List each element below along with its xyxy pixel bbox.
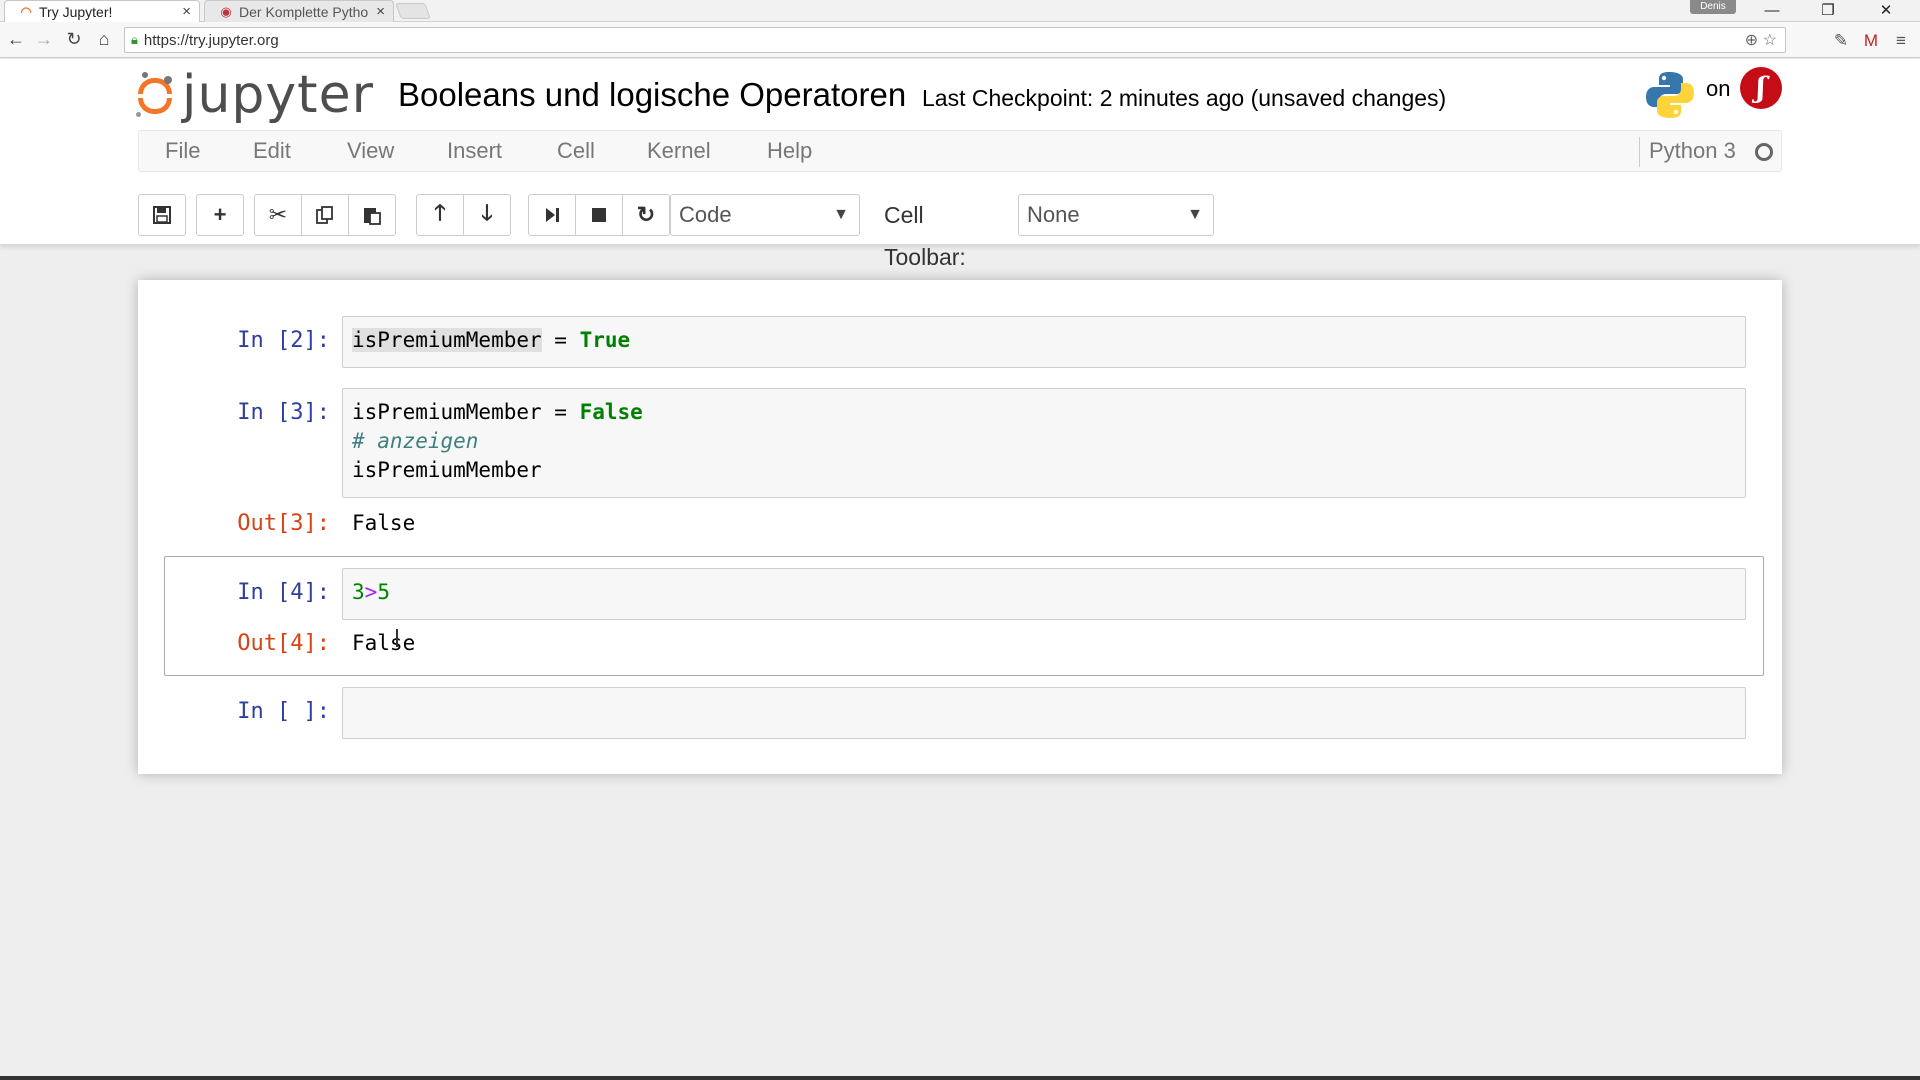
caret-down-icon: ▼	[833, 206, 849, 223]
logo-text: jupyter	[182, 65, 374, 125]
menu-insert[interactable]: Insert	[447, 131, 502, 171]
cell-3-output: False	[352, 631, 416, 655]
cut-button[interactable]: ✂	[254, 194, 302, 236]
menu-bar: File Edit View Insert Cell Kernel Help P…	[138, 130, 1782, 172]
menu-help[interactable]: Help	[767, 131, 812, 171]
gmail-icon[interactable]: M	[1860, 30, 1882, 52]
code-keyword: True	[579, 328, 631, 352]
caret-down-icon: ▼	[1187, 206, 1203, 223]
cell-3-input[interactable]: 3>5	[342, 568, 1746, 620]
cell-2-out-prompt: Out[3]:	[237, 511, 330, 536]
cell-2-output: False	[352, 511, 416, 535]
tab-title: Der Komplette Pytho	[239, 3, 369, 20]
tab-try-jupyter[interactable]: ◠ Try Jupyter! ×	[4, 0, 200, 22]
notebook-title[interactable]: Booleans und logische Operatoren	[398, 76, 906, 114]
paste-button[interactable]	[348, 194, 396, 236]
interrupt-kernel-button[interactable]	[575, 194, 623, 236]
code-variable: isPremiumMember	[352, 328, 542, 352]
cell-type-select[interactable]: Code ▼	[670, 194, 860, 236]
cell-3-in-prompt: In [4]:	[237, 580, 330, 605]
copy-icon	[316, 206, 333, 224]
minimize-button[interactable]: —	[1752, 0, 1792, 22]
menu-edit[interactable]: Edit	[253, 131, 291, 171]
code-number: 5	[377, 580, 390, 604]
code-operator: =	[541, 328, 580, 352]
forward-arrow-icon[interactable]: →	[32, 27, 56, 51]
cell-4-in-prompt: In [ ]:	[237, 699, 330, 724]
new-tab-button[interactable]	[395, 3, 431, 19]
cell-1-in-prompt: In [2]:	[237, 328, 330, 353]
checkpoint-status: Last Checkpoint: 2 minutes ago (unsaved …	[922, 85, 1447, 111]
cell-toolbar-label: Cell Toolbar:	[884, 202, 966, 270]
cell-2-input[interactable]: isPremiumMember = False # anzeigen isPremi…	[342, 388, 1746, 498]
notebook-container: In [2]: isPremiumMember = True In [3]: i…	[138, 280, 1782, 774]
window-close-button[interactable]: ✕	[1866, 0, 1906, 22]
jupyter-favicon-icon: ◠	[20, 3, 32, 19]
menu-file[interactable]: File	[165, 131, 200, 171]
cell-2-in-prompt: In [3]:	[237, 400, 330, 425]
close-icon[interactable]: ×	[376, 3, 385, 20]
menu-kernel[interactable]: Kernel	[647, 131, 711, 171]
browser-tab-bar: ◠ Try Jupyter! × ◉ Der Komplette Pytho ×…	[0, 0, 1920, 22]
code-comment: # anzeigen	[352, 429, 479, 453]
code-keyword: False	[579, 400, 643, 424]
home-icon[interactable]: ⌂	[92, 27, 116, 51]
cell-type-value: Code	[679, 202, 732, 227]
jupyter-header: jupyter Booleans und logische Operatoren…	[0, 59, 1920, 270]
cell-1-input[interactable]: isPremiumMember = True	[342, 316, 1746, 368]
jupyter-logo[interactable]: jupyter	[136, 65, 374, 125]
jupyter-logo-icon	[136, 72, 172, 118]
code-line-3: isPremiumMember	[352, 458, 542, 482]
step-forward-icon	[546, 208, 559, 222]
insert-cell-button[interactable]: +	[196, 194, 244, 236]
arrow-up-icon: 🡑	[434, 200, 446, 225]
cell-toolbar-value: None	[1027, 202, 1080, 227]
menu-view[interactable]: View	[347, 131, 394, 171]
run-cell-button[interactable]	[528, 194, 576, 236]
text-cursor-icon	[396, 629, 398, 647]
move-up-button[interactable]: 🡑	[416, 194, 464, 236]
restart-kernel-button[interactable]: ↻	[622, 194, 670, 236]
restore-button[interactable]: ❐	[1808, 0, 1848, 22]
chrome-menu-icon[interactable]: ≡	[1890, 30, 1912, 52]
taskbar-edge	[0, 1076, 1920, 1080]
extension-pen-icon[interactable]: ✎	[1830, 30, 1852, 52]
code-number: 3	[352, 580, 365, 604]
cell-toolbar-select[interactable]: None ▼	[1018, 194, 1214, 236]
reload-icon[interactable]: ↻	[62, 27, 86, 51]
code-operator: >	[364, 580, 378, 604]
zoom-and-bookmark-icons[interactable]: ⊕ ☆	[1745, 30, 1777, 50]
rackspace-logo-icon: ʃ	[1740, 67, 1782, 109]
code-line-1: isPremiumMember = False	[352, 398, 1745, 427]
kernel-idle-indicator-icon	[1755, 143, 1773, 161]
scissors-icon: ✂	[268, 202, 288, 227]
url-text: https://try.jupyter.org	[143, 31, 279, 49]
menu-cell[interactable]: Cell	[557, 131, 595, 171]
cell-4-input[interactable]	[342, 687, 1746, 739]
on-label: on	[1706, 76, 1731, 101]
arrow-down-icon: 🡓	[481, 200, 493, 225]
tab-title: Try Jupyter!	[39, 3, 113, 20]
udemy-favicon-icon: ◉	[220, 3, 232, 19]
save-icon	[153, 206, 171, 224]
python-logo-icon	[1646, 72, 1694, 118]
move-down-button[interactable]: 🡓	[463, 194, 511, 236]
save-button[interactable]	[138, 194, 186, 236]
lock-icon: 🔒︎	[131, 32, 138, 47]
stop-icon	[592, 208, 606, 222]
cell-3-out-prompt: Out[4]:	[237, 631, 330, 656]
kernel-divider	[1639, 137, 1640, 167]
paste-icon	[364, 208, 381, 225]
url-bar[interactable]: 🔒︎ https://try.jupyter.org ⊕ ☆	[124, 27, 1786, 53]
code-assignment: isPremiumMember =	[352, 400, 580, 424]
close-icon[interactable]: ×	[182, 3, 191, 20]
kernel-name[interactable]: Python 3	[1649, 131, 1736, 171]
profile-badge[interactable]: Denis	[1690, 0, 1736, 14]
tab-der-komplette-python[interactable]: ◉ Der Komplette Pytho ×	[204, 0, 394, 22]
address-toolbar: ← → ↻ ⌂ 🔒︎ https://try.jupyter.org ⊕ ☆ ✎…	[0, 22, 1920, 58]
back-arrow-icon[interactable]: ←	[4, 27, 28, 51]
refresh-icon: ↻	[636, 202, 656, 227]
copy-button[interactable]	[301, 194, 349, 236]
plus-icon: +	[213, 202, 227, 227]
